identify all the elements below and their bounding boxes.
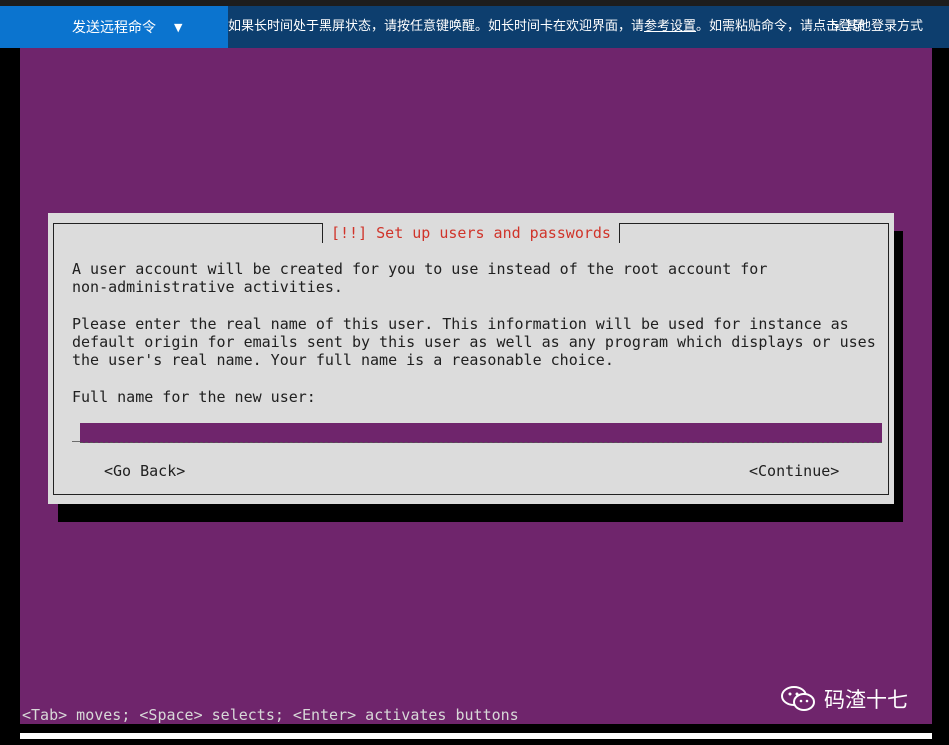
setup-users-dialog: [!!] Set up users and passwords A user a… — [48, 213, 894, 504]
full-name-input[interactable] — [80, 423, 882, 443]
send-remote-command-label: 发送远程命令 — [72, 20, 156, 36]
continue-button[interactable]: <Continue> — [749, 462, 839, 480]
login-icon: ⇲ — [830, 19, 841, 34]
wechat-watermark: 码渣十七 — [780, 684, 908, 714]
wake-notice: 如果长时间处于黑屏状态，请按任意键唤醒。如长时间卡在欢迎界面，请参考设置。如需粘… — [228, 6, 865, 48]
bottom-border — [20, 733, 932, 739]
top-toolbar: 发送远程命令 ▼ 如果长时间处于黑屏状态，请按任意键唤醒。如长时间卡在欢迎界面，… — [0, 0, 949, 48]
keyboard-hint: <Tab> moves; <Space> selects; <Enter> ac… — [22, 706, 519, 724]
watermark-text: 码渣十七 — [824, 688, 908, 712]
dialog-title: [!!] Set up users and passwords — [322, 223, 620, 243]
wechat-icon — [781, 686, 815, 711]
intro-text: A user account will be created for you t… — [72, 260, 768, 296]
description-text: Please enter the real name of this user.… — [72, 315, 876, 369]
caret-down-icon: ▼ — [174, 20, 183, 34]
other-login-label: 其他登录方式 — [844, 19, 923, 34]
full-name-label: Full name for the new user: — [72, 388, 316, 406]
go-back-button[interactable]: <Go Back> — [104, 462, 185, 480]
dialog-frame: [!!] Set up users and passwords A user a… — [53, 223, 889, 495]
send-remote-command-button[interactable]: 发送远程命令 ▼ — [0, 6, 228, 48]
notice-text-1: 如果长时间处于黑屏状态，请按任意键唤醒。如长时间卡在欢迎界面，请 — [228, 19, 645, 34]
reference-settings-link[interactable]: 参考设置 — [644, 19, 696, 34]
other-login-button[interactable]: ⇲ 其他登录方式 — [830, 6, 923, 48]
